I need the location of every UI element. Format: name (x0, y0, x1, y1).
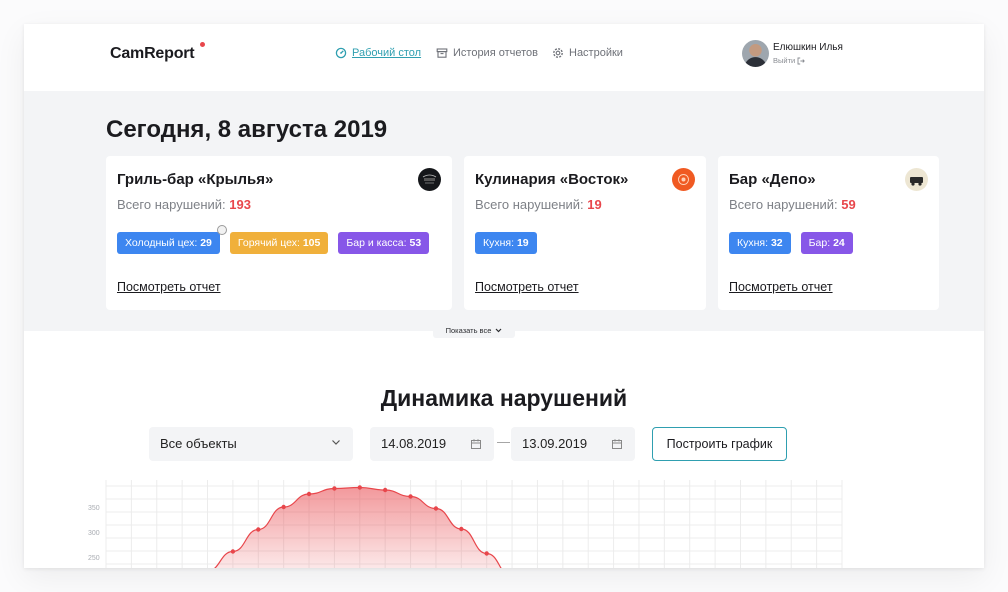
view-report-link[interactable]: Посмотреть отчет (117, 280, 221, 294)
calendar-icon (471, 439, 481, 449)
nav-history[interactable]: История отчетов (436, 47, 538, 59)
nav-history-label: История отчетов (453, 47, 538, 59)
chart-point (230, 549, 236, 554)
chart-point (408, 494, 413, 499)
user-name: Елюшкин Илья (773, 42, 843, 53)
skull-icon (216, 225, 227, 235)
card-title: Гриль-бар «Крылья» (117, 171, 274, 188)
total-count: 19 (587, 197, 602, 212)
chart-point (484, 551, 489, 556)
build-chart-button[interactable]: Построить график (652, 427, 787, 461)
chart-point (256, 527, 261, 532)
nav-dashboard-label: Рабочий стол (352, 47, 422, 59)
card-total: Всего нарушений: 19 (475, 197, 602, 212)
venue-logo-icon (418, 168, 441, 191)
card-title: Кулинария «Восток» (475, 171, 629, 188)
object-select[interactable]: Все объекты (149, 427, 353, 461)
dynamics-title: Динамика нарушений (380, 385, 628, 411)
nav-settings[interactable]: Настройки (552, 47, 623, 59)
chart-point (459, 526, 464, 532)
date-to-value: 13.09.2019 (522, 436, 588, 451)
tag-list: Кухня: 19 (475, 232, 537, 254)
chart-area (207, 487, 513, 568)
tag-hot-kitchen[interactable]: Горячий цех: 105 (229, 232, 329, 254)
chart-point (332, 486, 337, 491)
venue-card-depo: Бар «Депо» Всего нарушений: 59 Кухня: 32… (718, 156, 939, 310)
show-all-label: Показать все (445, 325, 492, 335)
logout-icon (797, 57, 806, 64)
app-window: CamReport Рабочий стол История отчетов Н… (24, 24, 984, 568)
venue-card-vostok: Кулинария «Восток» Всего нарушений: 19 К… (464, 156, 706, 310)
date-from-field[interactable]: 14.08.2019 (370, 427, 494, 461)
date-separator: — (497, 434, 510, 449)
dashboard-icon (335, 47, 347, 59)
chart-point (281, 504, 286, 510)
object-select-value: Все объекты (160, 436, 237, 451)
venue-logo-icon (672, 168, 695, 191)
y-tick-label: 250 (88, 555, 100, 562)
tag-kitchen[interactable]: Кухня: 19 (475, 232, 537, 254)
y-tick-label: 300 (88, 530, 100, 537)
card-total: Всего нарушений: 193 (117, 197, 251, 212)
user-avatar[interactable] (742, 40, 769, 67)
nav-dashboard[interactable]: Рабочий стол (335, 47, 421, 59)
violations-chart: 250 300 350 (88, 480, 843, 568)
date-to-field[interactable]: 13.09.2019 (511, 427, 635, 461)
card-title: Бар «Депо» (729, 171, 816, 188)
y-tick-label: 350 (88, 505, 100, 512)
total-count: 193 (229, 197, 251, 212)
chart-point (357, 485, 362, 490)
top-header: CamReport Рабочий стол История отчетов Н… (24, 24, 984, 91)
calendar-icon (612, 439, 622, 449)
total-count: 59 (841, 197, 856, 212)
logout-label: Выйти (773, 56, 796, 65)
venue-logo-icon (905, 168, 928, 191)
tag-cold-kitchen[interactable]: Холодный цех: 29 (117, 225, 227, 254)
tag-kitchen[interactable]: Кухня: 32 (729, 232, 791, 254)
chart-point (306, 491, 312, 497)
chart-point (433, 506, 439, 511)
page-title: Сегодня, 8 августа 2019 (106, 116, 388, 143)
tag-list: Холодный цех: 29 Горячий цех: 105 Бар и … (117, 225, 430, 254)
nav-settings-label: Настройки (569, 47, 623, 59)
date-from-value: 14.08.2019 (381, 436, 447, 451)
chart-point (382, 487, 388, 493)
tag-bar[interactable]: Бар: 24 (800, 232, 853, 254)
logo-dot (200, 42, 205, 47)
gear-icon (553, 48, 563, 58)
logout-link[interactable]: Выйти (773, 56, 806, 65)
card-total: Всего нарушений: 59 (729, 197, 856, 212)
archive-icon (436, 48, 448, 58)
tag-bar-cashier[interactable]: Бар и касса: 53 (338, 232, 430, 254)
chevron-down-icon (495, 328, 502, 332)
view-report-link[interactable]: Посмотреть отчет (475, 280, 579, 294)
chevron-down-icon (332, 440, 340, 445)
view-report-link[interactable]: Посмотреть отчет (729, 280, 833, 294)
app-logo[interactable]: CamReport (110, 45, 195, 63)
venue-card-krylya: Гриль-бар «Крылья» Всего нарушений: 193 … (106, 156, 452, 310)
tag-list: Кухня: 32 Бар: 24 (729, 232, 853, 254)
show-all-button[interactable]: Показать все (433, 322, 515, 338)
